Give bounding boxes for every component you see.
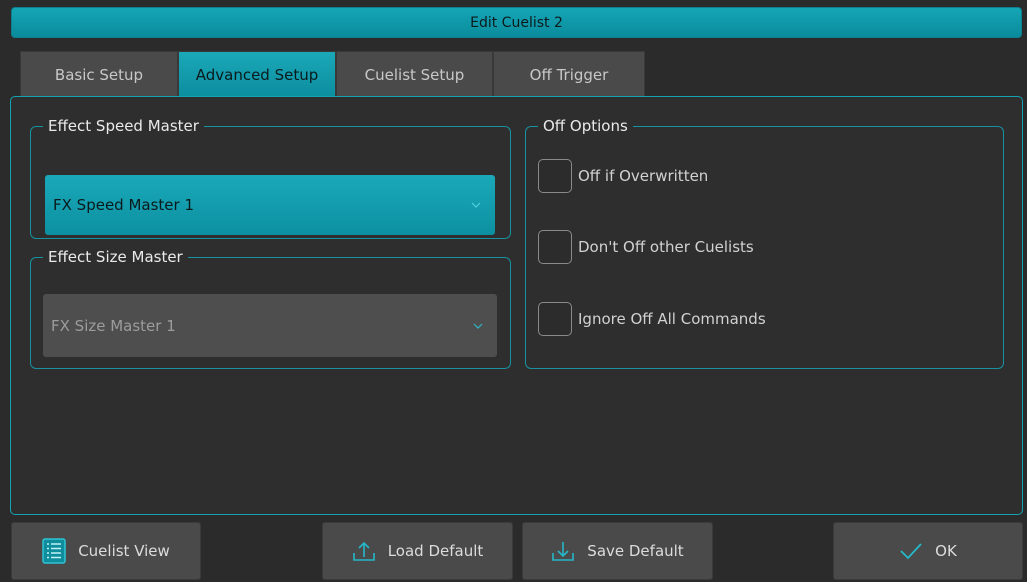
- tab-cuelist-setup[interactable]: Cuelist Setup: [336, 51, 493, 97]
- tab-basic-setup[interactable]: Basic Setup: [20, 51, 178, 97]
- effect-speed-master-value: FX Speed Master 1: [53, 196, 194, 214]
- ok-label: OK: [935, 542, 957, 560]
- effect-size-master-group: Effect Size Master FX Size Master 1: [30, 248, 511, 369]
- off-if-overwritten-option[interactable]: Off if Overwritten: [538, 159, 708, 193]
- ignore-off-all-commands-option[interactable]: Ignore Off All Commands: [538, 302, 766, 336]
- tab-advanced-setup[interactable]: Advanced Setup: [178, 51, 336, 98]
- effect-size-master-legend: Effect Size Master: [48, 248, 183, 266]
- upload-arrow-icon: [352, 541, 375, 561]
- off-if-overwritten-label: Off if Overwritten: [578, 167, 709, 185]
- off-options-group: Off Options Off if Overwritten Don't Off…: [525, 117, 1004, 369]
- chevron-down-icon: [473, 323, 483, 329]
- window-title-bar: Edit Cuelist 2: [11, 7, 1022, 38]
- effect-speed-master-group: Effect Speed Master FX Speed Master 1: [30, 117, 511, 239]
- save-default-button[interactable]: Save Default: [522, 522, 713, 580]
- off-if-overwritten-checkbox[interactable]: [538, 159, 572, 193]
- advanced-setup-panel: Effect Speed Master FX Speed Master 1 Ef…: [10, 96, 1023, 515]
- checkmark-icon: [900, 543, 922, 560]
- effect-size-master-value: FX Size Master 1: [51, 316, 176, 335]
- effect-speed-master-legend: Effect Speed Master: [48, 117, 199, 135]
- dont-off-other-cuelists-label: Don't Off other Cuelists: [578, 238, 754, 256]
- off-options-legend: Off Options: [543, 117, 628, 135]
- save-default-label: Save Default: [587, 542, 684, 560]
- chevron-down-icon: [471, 202, 481, 208]
- list-icon: [42, 538, 66, 564]
- load-default-label: Load Default: [387, 542, 484, 560]
- window-title: Edit Cuelist 2: [470, 14, 563, 31]
- load-default-button[interactable]: Load Default: [322, 522, 513, 580]
- tab-bar: Basic Setup Advanced Setup Cuelist Setup…: [20, 51, 645, 98]
- effect-size-master-dropdown[interactable]: FX Size Master 1: [43, 294, 497, 357]
- ignore-off-all-commands-label: Ignore Off All Commands: [578, 310, 766, 328]
- dont-off-other-cuelists-checkbox[interactable]: [538, 230, 572, 264]
- tab-off-trigger[interactable]: Off Trigger: [493, 51, 645, 97]
- effect-speed-master-dropdown[interactable]: FX Speed Master 1: [45, 175, 495, 235]
- ignore-off-all-commands-checkbox[interactable]: [538, 302, 572, 336]
- cuelist-view-label: Cuelist View: [78, 542, 170, 560]
- cuelist-view-button[interactable]: Cuelist View: [11, 522, 201, 580]
- ok-button[interactable]: OK: [833, 522, 1023, 580]
- download-arrow-icon: [552, 542, 575, 561]
- dont-off-other-cuelists-option[interactable]: Don't Off other Cuelists: [538, 230, 754, 264]
